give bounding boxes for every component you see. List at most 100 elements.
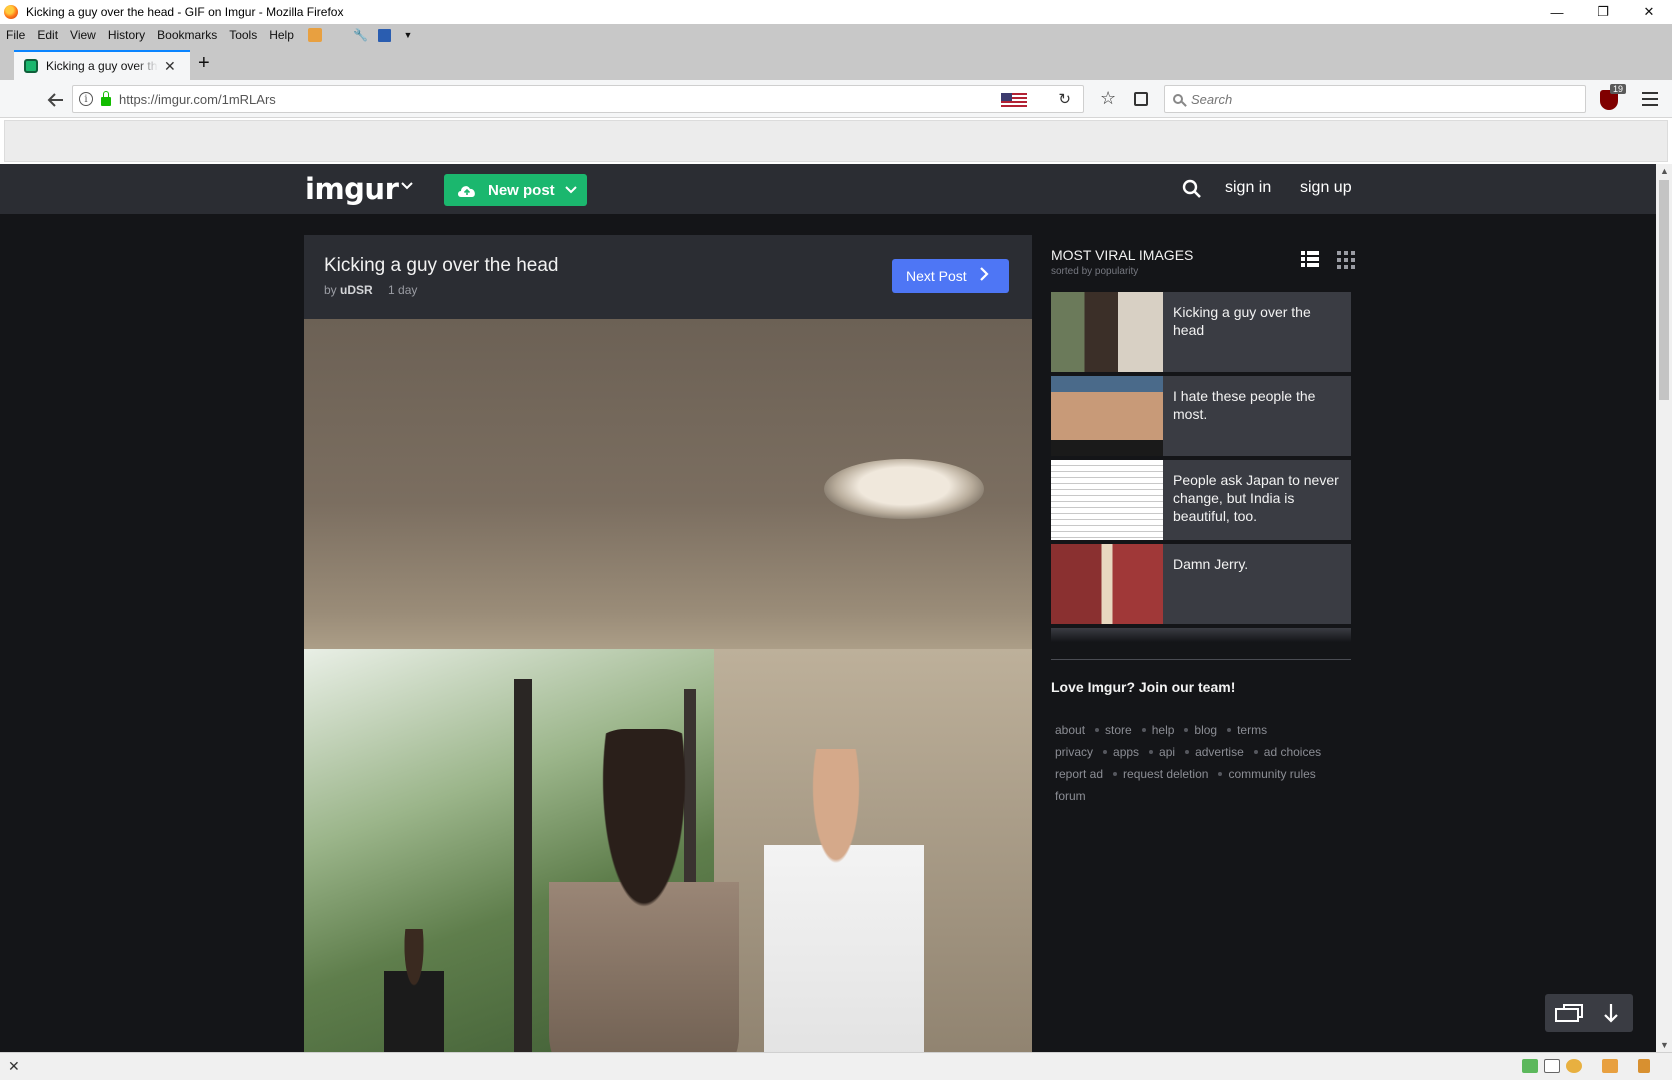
new-tab-button[interactable]: + (198, 52, 210, 75)
footer-link-privacy[interactable]: privacy (1055, 741, 1093, 763)
footer-link-apps[interactable]: apps (1113, 741, 1139, 763)
addon-chevron-icon[interactable] (1588, 1059, 1596, 1073)
viral-thumbnail (1051, 460, 1163, 540)
bookmarks-toolbar (4, 120, 1668, 162)
logo-chevron-down-icon[interactable] (400, 178, 414, 194)
grid-view-icon[interactable] (1337, 251, 1355, 269)
back-arrow-icon (47, 93, 63, 107)
footer-row: forum (1055, 785, 1355, 807)
join-team-link[interactable]: Love Imgur? Join our team! (1051, 679, 1235, 695)
window-controls: — ❐ ✕ (1534, 0, 1672, 24)
footer-link-ad-choices[interactable]: ad choices (1264, 741, 1321, 763)
addon-icon[interactable] (307, 28, 322, 42)
search-input[interactable] (1191, 91, 1551, 107)
menu-tools[interactable]: Tools (223, 28, 263, 42)
menu-file[interactable]: File (0, 28, 31, 42)
reload-icon[interactable]: ↻ (1058, 90, 1071, 108)
next-post-label: Next Post (906, 268, 967, 284)
post-container: Kicking a guy over the head by uDSR 1 da… (304, 235, 1032, 1052)
sign-up-link[interactable]: sign up (1300, 179, 1352, 197)
wrench-icon[interactable]: 🔧 (352, 27, 370, 43)
chevron-down-icon[interactable]: ▼ (399, 27, 417, 43)
tab-close-icon[interactable]: ✕ (164, 58, 176, 75)
cloud-upload-icon (456, 183, 478, 197)
next-post-button[interactable]: Next Post (892, 259, 1009, 293)
gif-scene-light (824, 459, 984, 519)
sidebar-divider (1051, 659, 1351, 660)
addon-page-icon[interactable] (1544, 1059, 1560, 1073)
close-icon[interactable]: ✕ (8, 1058, 20, 1075)
reader-view-icon[interactable] (1134, 92, 1148, 106)
footer-row: report ad request deletion community rules (1055, 763, 1355, 785)
scroll-up-icon[interactable]: ▲ (1660, 166, 1669, 176)
viral-item[interactable]: People ask Japan to never change, but In… (1051, 460, 1351, 540)
menu-view[interactable]: View (64, 28, 102, 42)
back-button[interactable] (44, 88, 68, 112)
viral-item-title: Kicking a guy over the head (1173, 304, 1311, 338)
footer-link-store[interactable]: store (1105, 719, 1132, 741)
url-text[interactable]: https://imgur.com/1mRLArs (119, 92, 276, 107)
site-info-icon[interactable]: i (79, 92, 93, 106)
scroll-down-arrow-icon[interactable] (1595, 1001, 1627, 1025)
list-view-icon[interactable] (1301, 251, 1319, 267)
ublock-shield-icon[interactable]: 19 (1600, 84, 1626, 110)
footer-link-report-ad[interactable]: report ad (1055, 763, 1103, 785)
scroll-thumb[interactable] (1659, 180, 1669, 400)
status-bar: ✕ (0, 1052, 1672, 1080)
addon-orange-icon[interactable] (1602, 1059, 1618, 1073)
close-window-button[interactable]: ✕ (1626, 0, 1672, 24)
post-author-link[interactable]: uDSR (340, 283, 373, 297)
footer-row: privacy apps api advertise ad choices (1055, 741, 1355, 763)
scroll-down-icon[interactable]: ▼ (1660, 1040, 1669, 1050)
menu-bookmarks[interactable]: Bookmarks (151, 28, 223, 42)
addon-download-icon[interactable] (1638, 1059, 1650, 1073)
menu-history[interactable]: History (102, 28, 151, 42)
footer-link-advertise[interactable]: advertise (1195, 741, 1244, 763)
tab-imgur[interactable]: Kicking a guy over the head ✕ (14, 50, 190, 80)
menu-help[interactable]: Help (263, 28, 300, 42)
menu-edit[interactable]: Edit (31, 28, 64, 42)
us-flag-icon[interactable] (1001, 93, 1027, 107)
viral-item[interactable]: I hate these people the most. (1051, 376, 1351, 456)
status-addons (1522, 1059, 1664, 1073)
hamburger-menu-icon[interactable] (1642, 92, 1658, 106)
gif-scene-frame (514, 679, 532, 1052)
navigation-toolbar: i https://imgur.com/1mRLArs ↻ ☆ 19 (0, 80, 1672, 118)
chevron-right-icon (979, 266, 989, 286)
url-bar[interactable]: i https://imgur.com/1mRLArs ↻ (72, 85, 1084, 113)
footer-link-api[interactable]: api (1159, 741, 1175, 763)
footer-link-community-rules[interactable]: community rules (1228, 763, 1315, 785)
imgur-favicon-icon (24, 59, 38, 73)
footer-link-forum[interactable]: forum (1055, 785, 1086, 807)
sign-in-link[interactable]: sign in (1225, 179, 1271, 197)
new-post-button[interactable]: New post (444, 174, 587, 206)
sidebar-heading: MOST VIRAL IMAGES (1051, 247, 1194, 263)
viral-item[interactable]: Damn Jerry. (1051, 544, 1351, 624)
gif-scene-person (384, 929, 444, 1052)
minimize-button[interactable]: — (1534, 0, 1580, 24)
viral-thumbnail (1051, 544, 1163, 624)
restore-button[interactable]: ❐ (1580, 0, 1626, 24)
imgur-search-icon[interactable] (1181, 178, 1203, 200)
page-scrollbar[interactable]: ▲ ▼ (1656, 164, 1672, 1052)
post-gif-image[interactable] (304, 319, 1032, 1052)
footer-link-about[interactable]: about (1055, 719, 1085, 741)
search-bar[interactable] (1164, 85, 1586, 113)
addon-smiley-icon[interactable] (1566, 1059, 1582, 1073)
footer-link-request-deletion[interactable]: request deletion (1123, 763, 1208, 785)
footer-links: about store help blog terms privacy apps api ad… (1055, 719, 1355, 807)
resize-view-icon[interactable] (1553, 1001, 1585, 1025)
addon-chevron-icon[interactable] (1624, 1059, 1632, 1073)
addon-chevron-icon[interactable] (1656, 1059, 1664, 1073)
imgur-logo[interactable]: imgur (305, 172, 399, 206)
bookmark-star-icon[interactable]: ☆ (1100, 88, 1116, 109)
viral-list-fade (1051, 628, 1351, 642)
viral-item[interactable]: Kicking a guy over the head (1051, 292, 1351, 372)
footer-link-terms[interactable]: terms (1237, 719, 1267, 741)
save-icon[interactable] (377, 28, 391, 42)
floating-controls (1545, 994, 1633, 1032)
tab-bar: Kicking a guy over the head ✕ + (0, 46, 1672, 80)
addon-green-icon[interactable] (1522, 1059, 1538, 1073)
footer-link-blog[interactable]: blog (1194, 719, 1217, 741)
footer-link-help[interactable]: help (1152, 719, 1175, 741)
